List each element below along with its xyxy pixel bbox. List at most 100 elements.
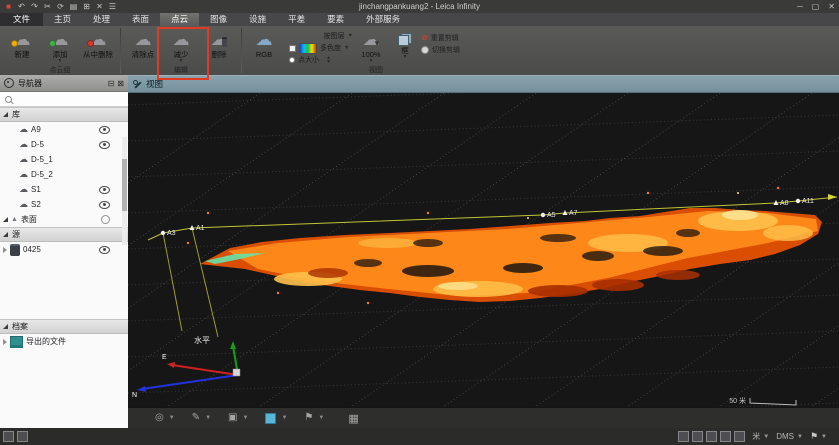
- add-to-pointcloud-group-button[interactable]: ☁添加▼: [41, 27, 79, 66]
- tab-点云[interactable]: 点云: [160, 13, 199, 26]
- tree-item-D-5[interactable]: ☁D-5: [0, 137, 128, 152]
- tree-item-A9[interactable]: ☁A9: [0, 122, 128, 137]
- cut-icon[interactable]: ✂: [42, 0, 53, 13]
- view-cube-icon: [265, 413, 276, 424]
- point-marker-A8[interactable]: A8: [774, 200, 789, 207]
- tree-item-S2[interactable]: ☁S2: [0, 197, 128, 212]
- section-header-档案[interactable]: 档案: [0, 319, 128, 334]
- wrench-icon: [133, 80, 142, 89]
- expand-icon[interactable]: [3, 112, 8, 117]
- rgb-cloud-icon: ☁: [256, 30, 273, 50]
- expand-icon[interactable]: [3, 217, 8, 222]
- tree-item-0425[interactable]: 0425: [0, 242, 128, 257]
- viewport-canvas[interactable]: A3A1A5A7A8A11 水平 E N: [128, 93, 839, 407]
- save-icon[interactable]: ▤: [68, 0, 79, 13]
- point-cloud[interactable]: [187, 187, 822, 304]
- multicolor-checkbox[interactable]: [289, 45, 296, 52]
- scrollbar[interactable]: [122, 137, 127, 245]
- list-icon[interactable]: ☰: [107, 0, 118, 13]
- tab-表面[interactable]: 表面: [121, 13, 160, 26]
- navigator-search-input[interactable]: [0, 92, 128, 107]
- panel-menu-icon[interactable]: ⊟: [108, 79, 115, 88]
- rgb-button[interactable]: ☁ RGB: [245, 27, 283, 66]
- flag-tool[interactable]: ⚑▼: [304, 412, 324, 424]
- visibility-eye-icon[interactable]: [99, 141, 110, 149]
- expand-icon[interactable]: [3, 324, 8, 329]
- cube-tool[interactable]: ▣▼: [228, 412, 248, 424]
- 3d-scene[interactable]: A3A1A5A7A8A11 水平 E N: [128, 93, 839, 407]
- tab-主页[interactable]: 主页: [43, 13, 82, 26]
- section-header-库[interactable]: 库: [0, 107, 128, 122]
- refresh-icon[interactable]: ⟳: [55, 0, 66, 13]
- undo-icon[interactable]: ↶: [16, 0, 27, 13]
- box-view-button[interactable]: 框 ▼: [389, 27, 421, 66]
- point-marker-A3[interactable]: A3: [161, 230, 176, 237]
- maximize-button[interactable]: ▢: [812, 0, 820, 13]
- delete-points-button[interactable]: ☁删除: [200, 27, 238, 66]
- tab-要素[interactable]: 要素: [316, 13, 355, 26]
- point-marker-A7[interactable]: A7: [563, 210, 578, 217]
- snap-2-icon[interactable]: [692, 431, 703, 442]
- new-pointcloud-group-button[interactable]: ☁新建: [3, 27, 41, 66]
- tree-item-D-5_2[interactable]: ☁D-5_2: [0, 167, 128, 182]
- by-layer-dropdown[interactable]: 按图层 ▼: [289, 30, 353, 42]
- color-gradient-swatch: [299, 43, 317, 54]
- orbit-tool[interactable]: ◎▼: [155, 412, 175, 424]
- tab-图像[interactable]: 图像: [199, 13, 238, 26]
- snap-4-icon[interactable]: [720, 431, 731, 442]
- app-icon[interactable]: ■: [3, 0, 14, 13]
- unit-selector[interactable]: 米 ▼: [752, 431, 769, 442]
- visibility-eye-icon[interactable]: [99, 126, 110, 134]
- chevron-down-icon: ▼: [205, 415, 211, 421]
- clean-points-button[interactable]: ☁清除点: [124, 27, 162, 66]
- tab-处理[interactable]: 处理: [82, 13, 121, 26]
- redo-icon[interactable]: ↷: [29, 0, 40, 13]
- reduce-points-button[interactable]: ☁减少▼: [162, 27, 200, 66]
- tab-设施[interactable]: 设施: [238, 13, 277, 26]
- visibility-eye-icon[interactable]: [99, 186, 110, 194]
- panel-toggle-2-icon[interactable]: [17, 431, 28, 442]
- close-button[interactable]: ✕: [828, 0, 835, 13]
- expand-icon[interactable]: [3, 232, 8, 237]
- measure-tool[interactable]: ✎▼: [192, 412, 211, 424]
- point-marker-A11[interactable]: A11: [796, 198, 814, 205]
- visibility-eye-icon[interactable]: [99, 246, 110, 254]
- point-marker-A5[interactable]: A5: [541, 212, 556, 219]
- zoom-100-button[interactable]: ☁ ▼ 100% ▼: [353, 27, 389, 66]
- multicolor-option[interactable]: 多色度 ▼: [289, 42, 353, 54]
- minimize-button[interactable]: ─: [797, 0, 803, 13]
- point-marker-A1[interactable]: A1: [190, 225, 205, 232]
- collapsed-arrow-icon[interactable]: [3, 247, 7, 253]
- point-size-label: 点大小: [298, 55, 319, 65]
- scrollbar-thumb[interactable]: [122, 159, 127, 211]
- tab-文件[interactable]: 文件: [0, 13, 43, 26]
- toggle-clip-button[interactable]: 切换剪辑: [421, 44, 460, 56]
- remove-from-pointcloud-group-button[interactable]: ☁从中删除: [79, 27, 117, 66]
- visibility-eye-icon[interactable]: [99, 201, 110, 209]
- grid-icon[interactable]: ▦: [348, 412, 358, 425]
- axis-east-label: E: [162, 354, 167, 361]
- panel-dock-icon[interactable]: ⊠: [117, 79, 124, 88]
- angle-format-selector[interactable]: DMS ▼: [776, 432, 803, 441]
- snap-1-icon[interactable]: [678, 431, 689, 442]
- tab-平差[interactable]: 平差: [277, 13, 316, 26]
- collapsed-arrow-icon[interactable]: [3, 339, 7, 345]
- tab-外部服务[interactable]: 外部服务: [355, 13, 411, 26]
- close-icon[interactable]: ✕: [94, 0, 105, 13]
- tree-node-表面[interactable]: ▲表面: [0, 212, 128, 227]
- point-size-stepper[interactable]: ▲▼: [326, 56, 331, 64]
- tree-item-D-5_1[interactable]: ☁D-5_1: [0, 152, 128, 167]
- section-header-源[interactable]: 源: [0, 227, 128, 242]
- panel-toggle-1-icon[interactable]: [3, 431, 14, 442]
- window-icon[interactable]: ⊞: [81, 0, 92, 13]
- tree-item-导出的文件[interactable]: 导出的文件: [0, 334, 128, 349]
- pointcloud-icon: ☁: [19, 170, 28, 180]
- display-mode-selector[interactable]: ⚑ ▼: [810, 432, 827, 442]
- reset-clip-button[interactable]: ⊘ 重置剪辑: [421, 32, 460, 44]
- chevron-down-icon: ▼: [242, 415, 248, 421]
- view-cube-tool[interactable]: ▼: [265, 413, 287, 424]
- snap-5-icon[interactable]: [734, 431, 745, 442]
- tree-item-S1[interactable]: ☁S1: [0, 182, 128, 197]
- accent-dot: [11, 40, 18, 47]
- snap-3-icon[interactable]: [706, 431, 717, 442]
